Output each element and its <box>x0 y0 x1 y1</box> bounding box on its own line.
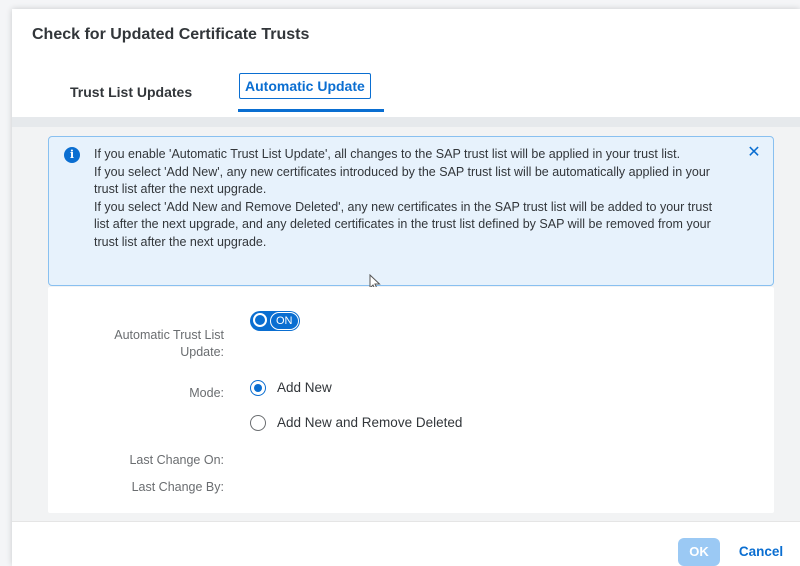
tab-trust-list-updates[interactable]: Trust List Updates <box>70 84 192 100</box>
auto-update-label-line1: Automatic Trust List <box>114 328 224 342</box>
radio-add-new[interactable] <box>250 380 266 396</box>
cancel-button[interactable]: Cancel <box>732 538 790 566</box>
dialog-title: Check for Updated Certificate Trusts <box>32 26 310 43</box>
toggle-state-text: ON <box>270 312 299 330</box>
certificate-trusts-dialog: Check for Updated Certificate Trusts Tru… <box>12 9 800 566</box>
auto-update-label-line2: Update: <box>180 345 224 359</box>
automatic-update-form: Automatic Trust List Update: ON Mode: Ad… <box>48 287 774 513</box>
info-line-3: If you select 'Add New and Remove Delete… <box>94 199 713 249</box>
mode-label: Mode: <box>189 386 224 400</box>
dialog-footer: OK Cancel <box>12 521 800 566</box>
close-icon[interactable]: ✕ <box>746 144 762 162</box>
info-message-strip: i If you enable 'Automatic Trust List Up… <box>48 136 774 286</box>
last-change-on-label: Last Change On: <box>129 453 224 467</box>
selected-tab-indicator <box>238 109 384 112</box>
info-line-1: If you enable 'Automatic Trust List Upda… <box>94 147 681 161</box>
auto-update-toggle[interactable]: ON <box>250 311 300 331</box>
content-top-divider <box>12 117 800 127</box>
tab-bar: Trust List Updates Automatic Update <box>12 65 800 117</box>
radio-add-new-remove-deleted-label: Add New and Remove Deleted <box>277 415 463 430</box>
auto-update-label: Automatic Trust List Update: <box>64 327 224 361</box>
ok-button[interactable]: OK <box>678 538 720 566</box>
last-change-by-label: Last Change By: <box>131 480 224 494</box>
toggle-knob <box>253 313 267 327</box>
radio-add-new-label: Add New <box>277 380 332 395</box>
info-line-2: If you select 'Add New', any new certifi… <box>94 164 710 197</box>
tab-automatic-update[interactable]: Automatic Update <box>239 73 371 99</box>
info-icon: i <box>64 147 80 163</box>
radio-add-new-remove-deleted[interactable] <box>250 415 266 431</box>
tab-content: i If you enable 'Automatic Trust List Up… <box>12 117 800 521</box>
info-message-text: If you enable 'Automatic Trust List Upda… <box>94 146 726 251</box>
